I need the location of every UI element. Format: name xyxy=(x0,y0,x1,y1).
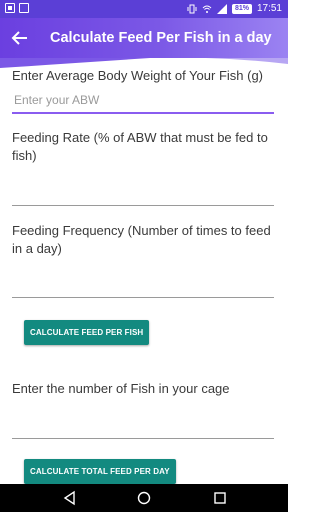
status-notifications xyxy=(5,3,29,13)
screen: 81% 17:51 Calculate Feed Per Fish in a d… xyxy=(0,0,288,512)
app-bar: Calculate Feed Per Fish in a day xyxy=(0,18,288,58)
wifi-icon xyxy=(202,5,212,13)
clock: 17:51 xyxy=(256,3,282,14)
status-indicators: 81% 17:51 xyxy=(187,3,282,14)
status-bar: 81% 17:51 xyxy=(0,0,288,18)
triangle-back-icon[interactable] xyxy=(62,490,78,506)
square-recents-icon[interactable] xyxy=(212,490,228,506)
feeding-frequency-label: Feeding Frequency (Number of times to fe… xyxy=(12,223,271,256)
calculate-feed-per-fish-button[interactable]: CALCULATE FEED PER FISH xyxy=(24,320,150,345)
notification-icon xyxy=(5,3,15,13)
feeding-rate-input[interactable] xyxy=(12,180,274,206)
navigation-bar xyxy=(0,484,288,512)
feeding-frequency-input[interactable] xyxy=(12,272,274,298)
page-title: Calculate Feed Per Fish in a day xyxy=(50,30,272,46)
arrow-left-icon[interactable] xyxy=(10,28,30,48)
feeding-rate-label: Feeding Rate (% of ABW that must be fed … xyxy=(12,130,268,163)
calculate-total-feed-button[interactable]: CALCULATE TOTAL FEED PER DAY xyxy=(24,459,176,484)
fish-count-label: Enter the number of Fish in your cage xyxy=(12,381,230,396)
gallery-icon xyxy=(19,3,29,13)
abw-label: Enter Average Body Weight of Your Fish (… xyxy=(12,68,263,83)
abw-input[interactable] xyxy=(12,88,274,114)
circle-home-icon[interactable] xyxy=(136,490,152,506)
cell-signal-icon xyxy=(216,3,227,14)
vibrate-icon xyxy=(187,4,197,13)
battery-indicator: 81% xyxy=(231,3,252,14)
fish-count-input[interactable] xyxy=(12,413,274,439)
